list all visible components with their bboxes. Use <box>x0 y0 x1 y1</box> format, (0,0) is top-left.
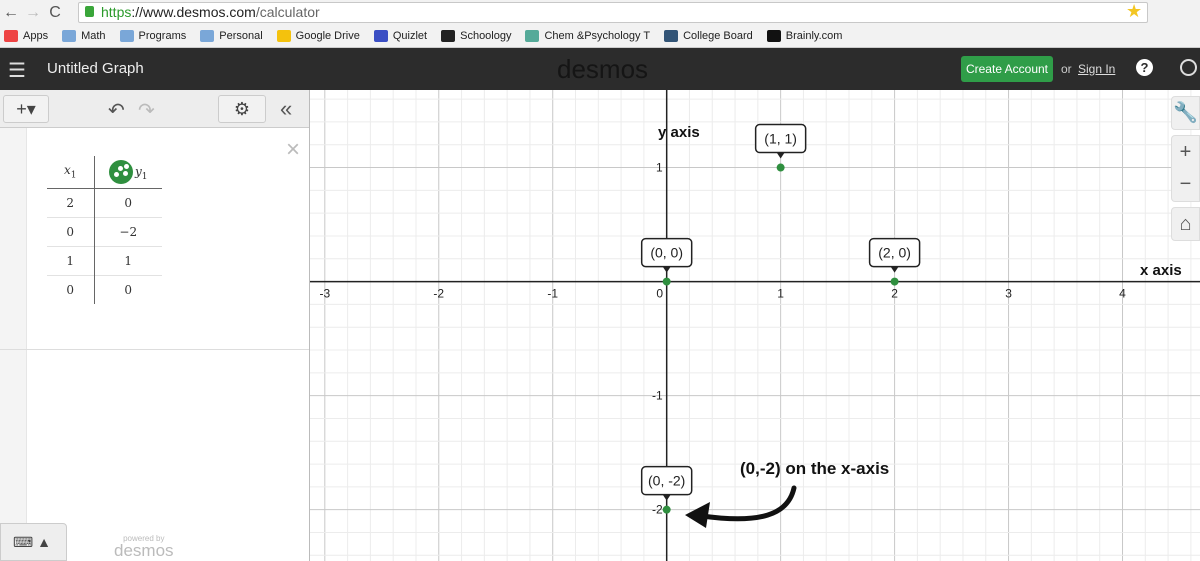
create-account-button[interactable]: Create Account <box>961 56 1053 82</box>
app-header: ☰ Untitled Graph desmos Create Account o… <box>0 48 1200 90</box>
collapse-panel-icon[interactable]: « <box>280 96 292 122</box>
sign-in-link[interactable]: Sign In <box>1078 62 1115 76</box>
point-style-icon[interactable] <box>108 159 133 184</box>
y-axis-label: y axis <box>658 124 700 141</box>
point-label: (0, 0) <box>650 245 683 261</box>
x-tick-label: 1 <box>777 287 784 301</box>
x-tick-label: 2 <box>891 287 898 301</box>
data-point[interactable] <box>776 163 785 172</box>
add-item-button[interactable]: +▾ <box>3 95 49 123</box>
bookmark-item[interactable]: Math <box>62 30 106 42</box>
y-cell[interactable]: 1 <box>94 245 162 275</box>
browser-toolbar: ← → C https://www.desmos.com/calculator … <box>0 0 1200 25</box>
language-globe-icon[interactable] <box>1180 59 1197 76</box>
back-icon[interactable]: ← <box>0 4 22 22</box>
powered-by-desmos: powered by desmos <box>114 534 174 560</box>
x-tick-label: 4 <box>1119 287 1126 301</box>
x-tick-label: -2 <box>433 287 444 301</box>
table-row: 20 <box>47 188 162 217</box>
y-cell[interactable]: −2 <box>94 216 162 246</box>
x-tick-label: -1 <box>547 287 558 301</box>
bookmark-item[interactable]: Google Drive <box>276 30 360 42</box>
point-label-pointer <box>662 266 671 273</box>
or-text: or <box>1061 62 1072 76</box>
delete-table-icon[interactable]: × <box>286 136 300 164</box>
x-tick-label: -3 <box>319 287 330 301</box>
keyboard-toggle-button[interactable]: ⌨ ▲ <box>0 523 67 561</box>
y-tick-label: 1 <box>656 161 663 175</box>
zoom-in-button[interactable]: + <box>1171 135 1200 169</box>
table-row: 11 <box>47 245 162 275</box>
bookmark-icon <box>664 30 679 42</box>
graph-title[interactable]: Untitled Graph <box>47 60 144 77</box>
y-tick-label: -1 <box>652 389 663 403</box>
annotation-arrowhead <box>685 502 710 528</box>
bookmark-item[interactable]: College Board <box>664 30 753 42</box>
zoom-out-button[interactable]: − <box>1171 168 1200 202</box>
point-label-pointer <box>662 494 671 501</box>
forward-icon[interactable]: → <box>22 4 44 22</box>
bookmark-item[interactable]: Quizlet <box>373 30 427 42</box>
bookmark-item[interactable]: Programs <box>119 30 186 42</box>
undo-icon[interactable]: ↶ <box>108 98 125 123</box>
graph-settings-wrench-icon[interactable]: 🔧 <box>1171 96 1200 130</box>
address-bar[interactable]: https://www.desmos.com/calculator <box>78 2 1148 23</box>
bookmark-icon <box>766 30 781 42</box>
point-label: (2, 0) <box>878 245 911 261</box>
graph-canvas[interactable]: -3 -2 -1 0 1 2 3 4 1 -1 -2 x axis y axis (0, 0) (1, 1)… <box>310 90 1200 561</box>
bookmark-item[interactable]: Chem &Psychology T <box>525 30 650 42</box>
bookmark-item[interactable]: Schoology <box>441 30 511 42</box>
handwritten-annotation: (0,-2) on the x-axis <box>740 459 889 478</box>
bookmark-icon <box>525 30 540 42</box>
points-table: x1 y1 2 0 0 −2 1 1 0 0 <box>47 156 162 304</box>
bookmark-icon <box>119 30 134 42</box>
settings-gear-icon[interactable]: ⚙ <box>218 95 266 123</box>
data-point[interactable] <box>890 277 899 286</box>
data-point[interactable] <box>662 277 671 286</box>
expression-gutter <box>0 128 27 561</box>
lock-icon <box>85 6 94 17</box>
point-label-pointer <box>776 152 785 159</box>
point-label: (0, -2) <box>648 473 685 489</box>
redo-icon[interactable]: ↷ <box>138 98 155 123</box>
x-tick-label: 0 <box>656 287 663 301</box>
bookmark-icon <box>200 30 215 42</box>
x-cell[interactable]: 0 <box>47 274 95 304</box>
data-point[interactable] <box>662 505 671 514</box>
bookmarks-bar: Apps Math Programs Personal Google Drive Quiz… <box>0 25 1200 48</box>
desmos-logo: desmos <box>557 54 649 84</box>
bookmark-item[interactable]: Personal <box>200 30 263 42</box>
bookmark-icon <box>62 30 77 42</box>
x-axis-label: x axis <box>1140 262 1182 279</box>
x-tick-label: 3 <box>1005 287 1012 301</box>
column-header-y[interactable]: y1 <box>94 156 162 189</box>
point-label: (1, 1) <box>764 131 797 147</box>
reload-icon[interactable]: C <box>44 4 66 22</box>
bookmark-item[interactable]: Apps <box>4 30 48 42</box>
x-cell[interactable]: 1 <box>47 245 95 275</box>
y-cell[interactable]: 0 <box>94 274 162 304</box>
column-header-x[interactable]: x1 <box>47 156 95 189</box>
bookmark-icon <box>373 30 388 42</box>
bookmark-icon <box>441 30 456 42</box>
bookmark-star-icon[interactable]: ★ <box>1126 1 1142 22</box>
y-cell[interactable]: 0 <box>94 188 162 217</box>
x-cell[interactable]: 2 <box>47 188 95 217</box>
bookmark-icon <box>4 30 18 42</box>
table-row: 0 −2 <box>47 216 162 246</box>
x-cell[interactable]: 0 <box>47 216 95 246</box>
bookmark-icon <box>276 30 291 42</box>
point-label-pointer <box>890 266 899 273</box>
expression-toolbar: +▾ ↶ ↷ ⚙ « <box>0 90 309 128</box>
bookmark-item[interactable]: Brainly.com <box>766 30 842 42</box>
expression-divider <box>0 349 309 350</box>
table-row: 00 <box>47 274 162 304</box>
menu-icon[interactable]: ☰ <box>8 58 26 83</box>
help-icon[interactable]: ? <box>1136 59 1153 76</box>
y-tick-label: -2 <box>652 503 663 517</box>
expression-panel: +▾ ↶ ↷ ⚙ « × x1 y1 2 0 0 −2 1 1 0 0 ⌨ ▲ powered… <box>0 90 310 561</box>
zoom-home-button[interactable]: ⌂ <box>1171 207 1200 241</box>
